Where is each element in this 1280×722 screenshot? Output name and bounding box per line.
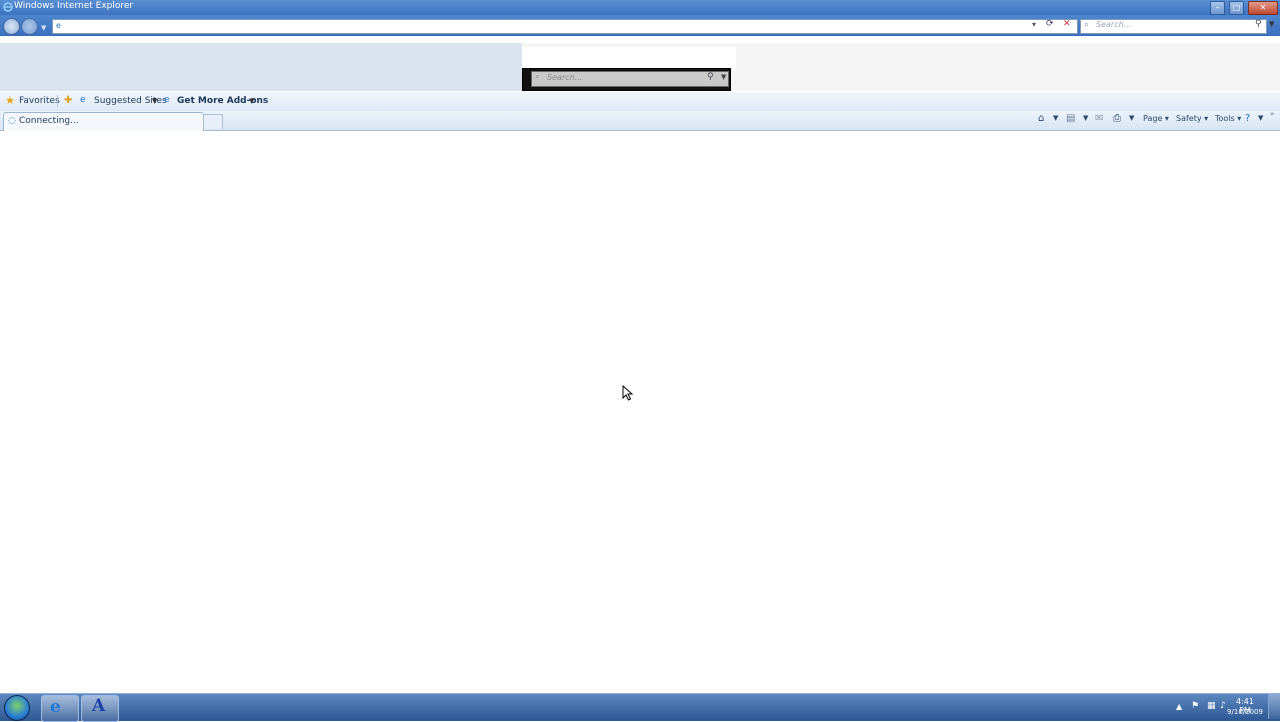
- chevron-down-icon[interactable]: ▼: [249, 97, 254, 105]
- network-icon[interactable]: ▦: [1207, 701, 1216, 711]
- clock-date[interactable]: 9/10/2009: [1226, 708, 1264, 716]
- close-button[interactable]: ✕: [1248, 1, 1278, 15]
- back-button[interactable]: [3, 18, 20, 35]
- new-tab-button[interactable]: [203, 114, 223, 129]
- add-to-favorites-icon[interactable]: ✚: [64, 95, 72, 106]
- search-go-icon[interactable]: ⚲: [707, 72, 714, 82]
- search-options-dropdown-icon[interactable]: ▼: [1269, 20, 1274, 28]
- start-button[interactable]: [4, 695, 30, 721]
- refresh-icon[interactable]: ⟳: [1046, 19, 1054, 29]
- mail-icon[interactable]: ✉: [1095, 113, 1103, 124]
- app-letter-a-icon: A: [92, 696, 106, 716]
- search-go-icon[interactable]: ⚲: [1255, 19, 1262, 29]
- get-more-addons-button[interactable]: Get More Add-ons: [177, 96, 268, 106]
- maximize-button[interactable]: □: [1229, 1, 1244, 15]
- chevron-down-icon[interactable]: ▼: [1053, 114, 1058, 122]
- show-desktop-button[interactable]: [1268, 694, 1280, 719]
- title-bar: [0, 0, 1280, 15]
- chevron-down-icon[interactable]: ▼: [1258, 114, 1263, 122]
- volume-icon[interactable]: ♪: [1220, 701, 1226, 711]
- addons-icon: e: [164, 95, 170, 105]
- help-icon[interactable]: ?: [1245, 113, 1250, 124]
- safety-menu[interactable]: Safety ▾: [1176, 114, 1208, 123]
- recent-pages-dropdown-icon[interactable]: ▼: [41, 24, 46, 32]
- search-icon: ⌕: [535, 72, 541, 82]
- floating-search-placeholder: Search...: [547, 73, 583, 82]
- stop-icon[interactable]: ✕: [1063, 19, 1071, 29]
- favorites-button[interactable]: Favorites: [19, 96, 60, 106]
- tools-menu-label: Tools: [1215, 114, 1235, 123]
- favorites-star-icon[interactable]: ★: [5, 95, 15, 106]
- chevron-right-icon[interactable]: »: [1270, 110, 1274, 118]
- page-icon: e: [56, 21, 61, 30]
- address-dropdown-icon[interactable]: ▾: [1032, 20, 1036, 29]
- tools-menu[interactable]: Tools ▾: [1215, 114, 1241, 123]
- search-icon: ⌕: [1084, 20, 1090, 30]
- divider: [57, 95, 58, 107]
- search-placeholder: Search...: [1096, 20, 1132, 29]
- taskbar: [0, 693, 1280, 721]
- tab-label: Connecting...: [19, 116, 79, 126]
- show-hidden-icons-icon[interactable]: ▲: [1176, 702, 1182, 711]
- ie-logo-icon: [3, 2, 13, 12]
- print-icon[interactable]: ⎙: [1113, 113, 1121, 124]
- address-bar-input[interactable]: [52, 19, 1078, 34]
- chevron-down-icon[interactable]: ▼: [152, 97, 157, 105]
- mouse-cursor-icon: [622, 385, 634, 401]
- toolbar-band-highlight: [522, 47, 736, 69]
- minimize-button[interactable]: –: [1210, 1, 1225, 15]
- action-center-flag-icon[interactable]: ⚑: [1191, 701, 1199, 711]
- internet-explorer-icon: e: [50, 697, 61, 717]
- safety-menu-label: Safety: [1176, 114, 1202, 123]
- search-options-dropdown-icon[interactable]: ▼: [721, 73, 726, 81]
- window-title: Windows Internet Explorer: [14, 1, 134, 11]
- toolbar-band-left: [0, 43, 522, 91]
- loading-icon: ◌: [8, 116, 16, 126]
- chevron-down-icon[interactable]: ▼: [1129, 114, 1134, 122]
- page-menu[interactable]: Page ▾: [1143, 114, 1169, 123]
- home-icon[interactable]: ⌂: [1038, 113, 1044, 124]
- page-menu-label: Page: [1143, 114, 1163, 123]
- chevron-down-icon[interactable]: ▼: [1083, 114, 1088, 122]
- suggested-sites-icon: e: [80, 95, 86, 105]
- feeds-icon[interactable]: ▤: [1066, 113, 1075, 124]
- forward-button[interactable]: [21, 18, 38, 35]
